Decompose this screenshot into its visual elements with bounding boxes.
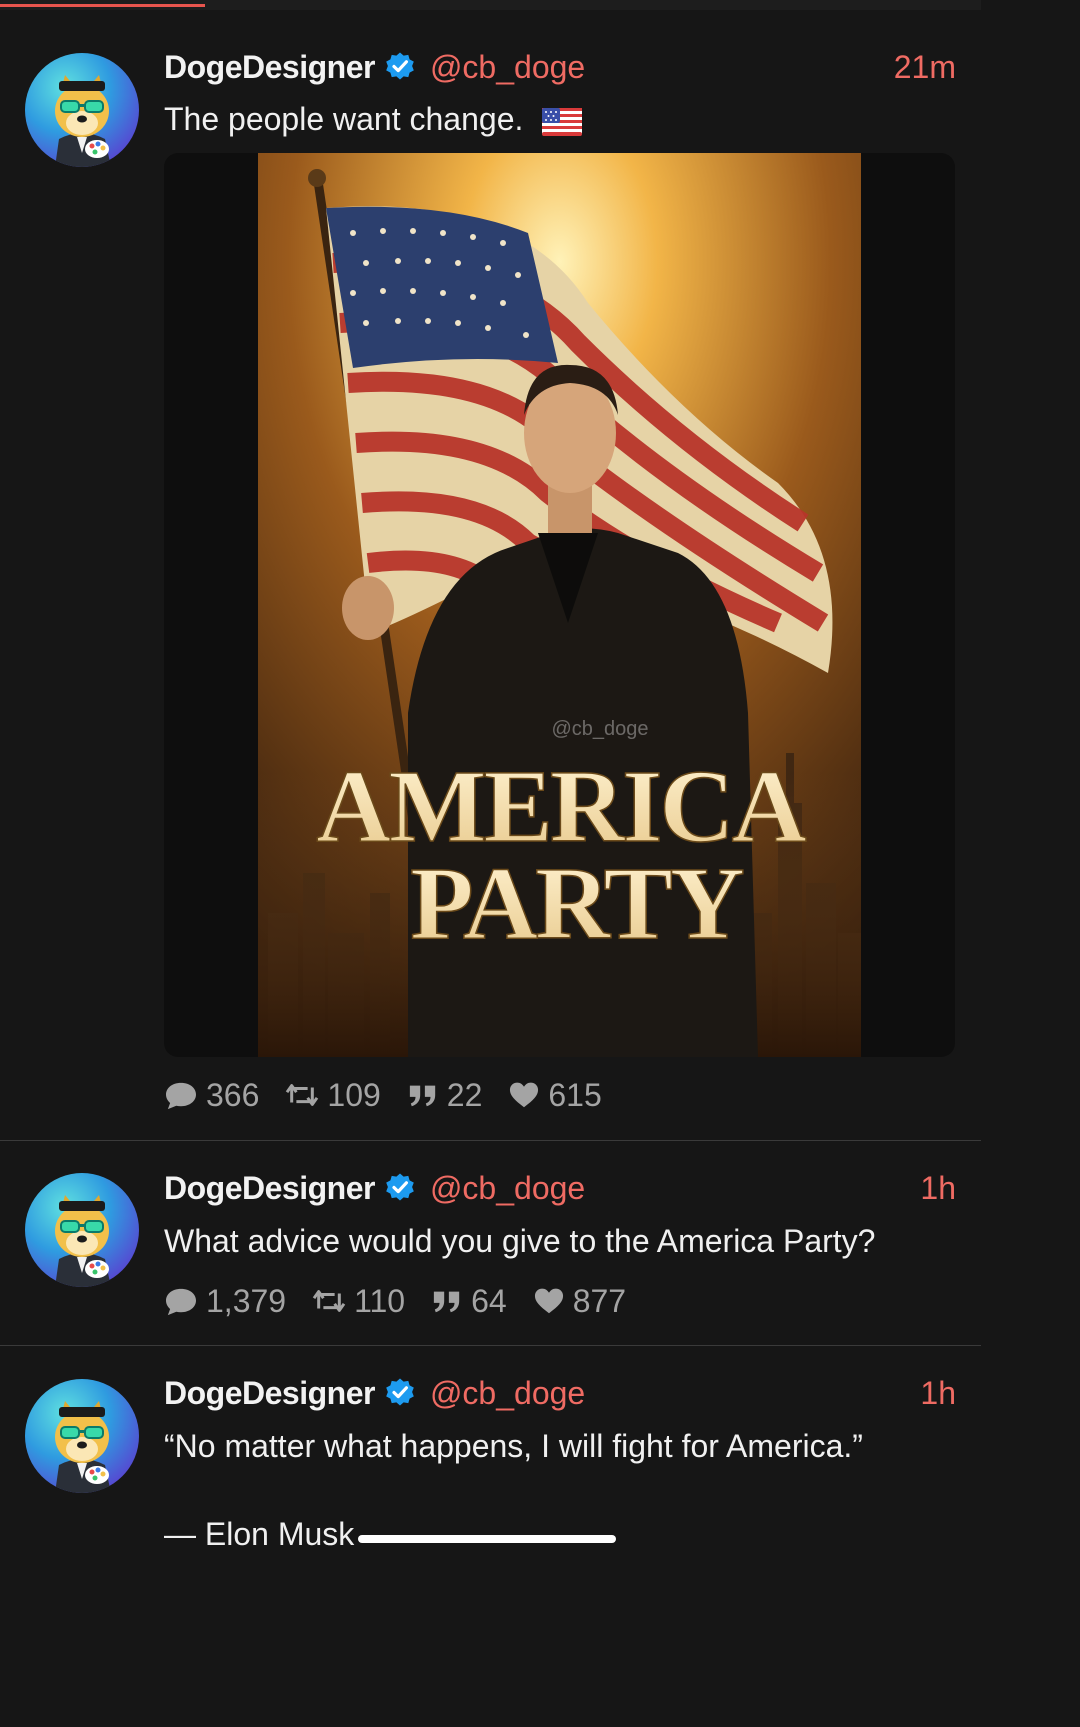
author-handle[interactable]: @cb_doge [430,49,585,86]
repost-count: 109 [327,1076,381,1113]
post-text: The people want change. [164,99,956,139]
post-media[interactable]: @cb_doge AMERICA PARTY [164,153,955,1057]
avatar[interactable] [25,1379,139,1493]
reply-count: 1,379 [206,1282,287,1319]
repost-count: 110 [354,1282,406,1319]
quote-icon [431,1286,463,1316]
author-handle[interactable]: @cb_doge [430,1375,585,1412]
post-text: “No matter what happens, I will fight fo… [164,1428,863,1464]
quote-icon [407,1080,439,1110]
doge-avatar-icon [25,1379,139,1493]
top-progress-indicator [0,4,205,7]
reply-button[interactable]: 1,379 [164,1283,286,1320]
post-attribution: — Elon Musk [164,1515,355,1552]
post-timestamp[interactable]: 1h [920,1170,956,1207]
author-name[interactable]: DogeDesigner [164,1375,375,1412]
quote-button[interactable]: 22 [407,1076,483,1114]
reply-count: 366 [206,1076,260,1113]
us-flag-emoji-icon [542,107,583,136]
like-button[interactable]: 615 [508,1076,602,1114]
poster-watermark: @cb_doge [551,718,648,740]
post-attribution-row: — Elon Musk [164,1512,617,1556]
avatar[interactable] [25,1173,139,1287]
heart-icon [533,1286,565,1316]
like-button[interactable]: 877 [533,1283,626,1320]
post-2[interactable]: DogeDesigner @cb_doge 1h What advice wou… [0,1141,981,1346]
post-timestamp[interactable]: 21m [894,49,956,86]
reply-button[interactable]: 366 [164,1077,259,1114]
verified-badge-icon [384,1172,416,1204]
avatar[interactable] [25,53,139,167]
post-header: DogeDesigner @cb_doge 1h [164,1373,956,1413]
post-header: DogeDesigner @cb_doge 21m [164,47,956,87]
author-name[interactable]: DogeDesigner [164,49,375,86]
post-text-content: The people want change. [164,101,524,137]
post-timestamp[interactable]: 1h [920,1375,956,1412]
verified-badge-icon [384,1377,416,1409]
poster-headline-line2: PARTY [410,846,744,961]
horizontal-scrollbar[interactable] [358,1535,617,1543]
america-party-poster-image: @cb_doge AMERICA PARTY [258,153,861,1057]
repost-button[interactable]: 109 [285,1076,381,1114]
repost-button[interactable]: 110 [312,1283,405,1320]
reply-icon [164,1286,198,1316]
repost-icon [312,1286,346,1316]
post-header: DogeDesigner @cb_doge 1h [164,1168,956,1208]
author-name[interactable]: DogeDesigner [164,1170,375,1207]
quote-count: 64 [471,1282,507,1319]
doge-avatar-icon [25,1173,139,1287]
doge-avatar-icon [25,53,139,167]
reply-icon [164,1080,198,1110]
post-1[interactable]: DogeDesigner @cb_doge 21m The people wan… [0,10,981,1141]
author-handle[interactable]: @cb_doge [430,1170,585,1207]
like-count: 615 [548,1076,602,1113]
quote-count: 22 [446,1076,483,1113]
top-progress-bar [0,0,981,10]
heart-icon [508,1080,540,1110]
post-actions: 366 109 22 615 [164,1075,628,1115]
like-count: 877 [572,1282,627,1319]
repost-icon [285,1080,319,1110]
quote-button[interactable]: 64 [431,1283,507,1320]
verified-badge-icon [384,51,416,83]
post-actions: 1,379 110 64 877 [164,1281,652,1321]
post-text: What advice would you give to the Americ… [164,1223,876,1259]
